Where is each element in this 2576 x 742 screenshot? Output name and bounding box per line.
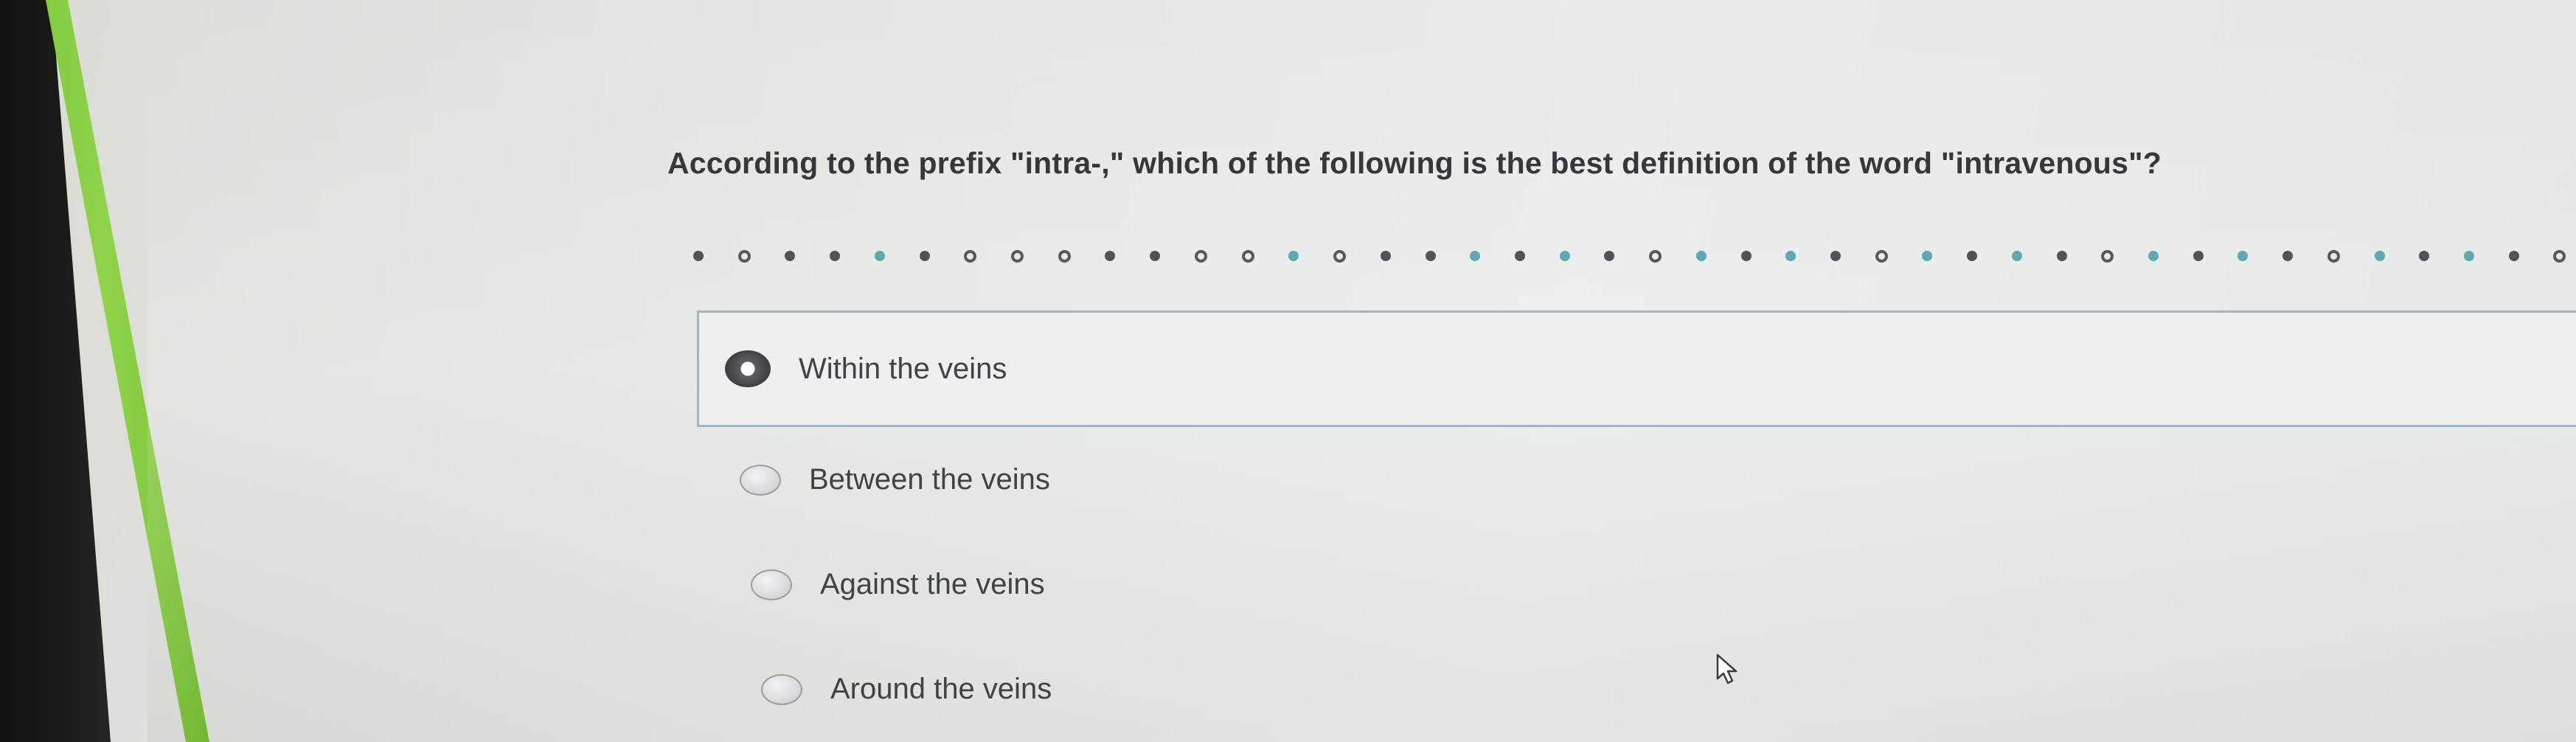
answer-option-3[interactable]: Against the veins bbox=[751, 568, 1045, 601]
question-text: According to the prefix "intra-," which … bbox=[667, 146, 2162, 180]
answer-option-2[interactable]: Between the veins bbox=[740, 463, 1050, 496]
monitor-bezel bbox=[0, 0, 111, 742]
radio-button[interactable] bbox=[761, 673, 802, 705]
dotted-divider bbox=[693, 248, 2566, 264]
answer-option-label: Against the veins bbox=[820, 568, 1045, 600]
answer-option-label: Between the veins bbox=[809, 463, 1050, 496]
answer-option-1[interactable]: Within the veins bbox=[697, 311, 2576, 427]
answer-option-label: Around the veins bbox=[830, 673, 1052, 705]
screen: According to the prefix "intra-," which … bbox=[0, 0, 2576, 742]
radio-button[interactable] bbox=[740, 464, 781, 496]
answer-option-4[interactable]: Around the veins bbox=[761, 673, 1052, 706]
radio-button-checked[interactable] bbox=[725, 350, 771, 387]
mouse-pointer-icon bbox=[1716, 653, 1737, 684]
radio-button[interactable] bbox=[751, 569, 792, 600]
answer-option-label: Within the veins bbox=[799, 352, 1007, 385]
